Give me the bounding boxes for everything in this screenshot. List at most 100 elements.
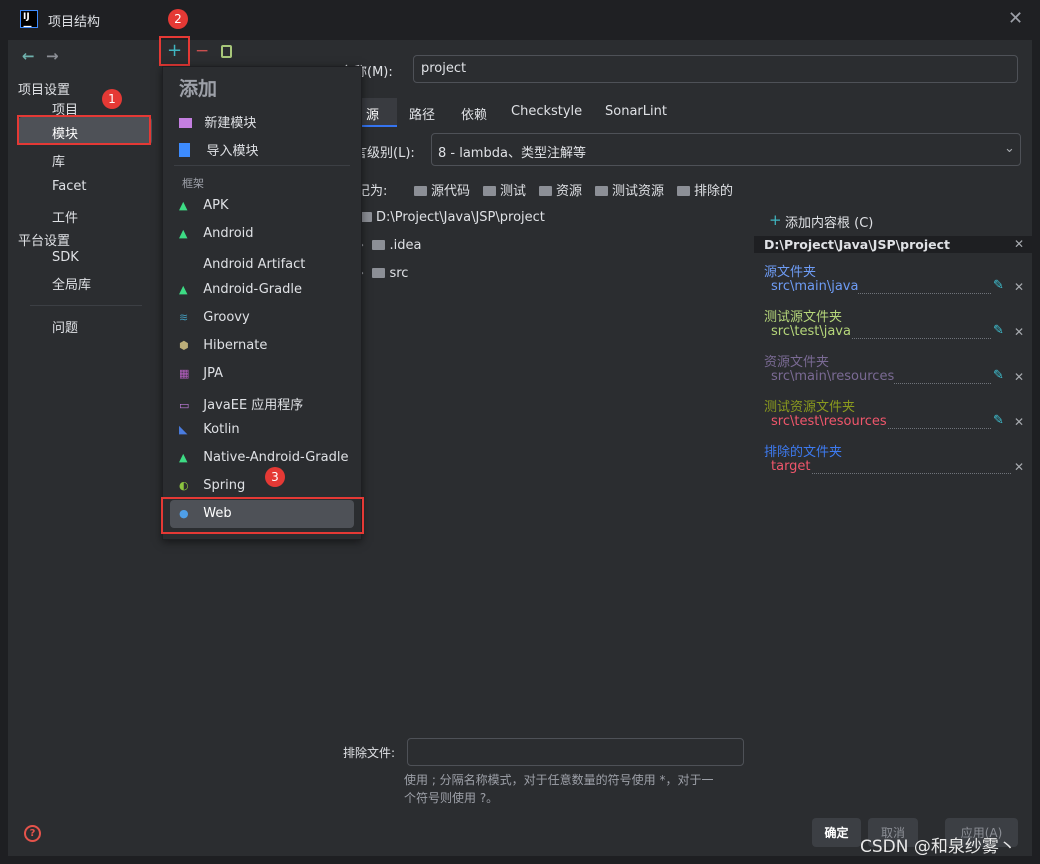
folder-entry-path[interactable]: target: [771, 459, 811, 474]
android-icon: ▲: [179, 451, 188, 464]
sidebar-item-sdk[interactable]: SDK: [52, 250, 79, 265]
menu-item-framework[interactable]: ▲ Android: [179, 226, 254, 241]
folder-group-title: 资源文件夹: [764, 355, 830, 370]
copy-icon[interactable]: [221, 45, 232, 58]
menu-item-framework[interactable]: ▲ APK: [179, 198, 229, 213]
watermark: CSDN @和泉纱雾丶: [860, 837, 1016, 857]
spring-icon: ◐: [179, 479, 189, 492]
exclude-files-input[interactable]: [407, 738, 744, 766]
mark-excluded-button[interactable]: 排除的: [677, 180, 733, 199]
menu-item-framework[interactable]: ▲ Android-Gradle: [179, 282, 302, 297]
exclude-hint-line1: 使用 ; 分隔名称模式，对于任意数量的符号使用 *，对于一: [404, 773, 714, 787]
remove-folder-icon[interactable]: ✕: [1014, 370, 1024, 384]
import-module-icon: [179, 143, 190, 157]
mark-test-resources-button[interactable]: 测试资源: [595, 180, 664, 199]
android-icon: ▲: [179, 283, 188, 296]
folder-icon: [372, 240, 386, 250]
folder-group-title: 测试源文件夹: [764, 310, 843, 325]
remove-button[interactable]: −: [195, 41, 209, 61]
content-root-path: D:\Project\Java\JSP\project: [764, 237, 951, 252]
annotation-badge-3: 3: [265, 467, 285, 487]
tab-dependencies[interactable]: 依赖: [461, 104, 487, 123]
menu-item-import-module[interactable]: 导入模块: [179, 140, 259, 159]
kotlin-icon: ◣: [179, 423, 188, 436]
sidebar-item-facet[interactable]: Facet: [52, 179, 87, 194]
tree-node-src[interactable]: › src: [359, 266, 408, 281]
menu-item-new-module[interactable]: 新建模块: [179, 112, 256, 131]
section-platform-settings: 平台设置: [18, 234, 71, 249]
edit-pencil-icon[interactable]: ✎: [993, 278, 1004, 293]
highlight-box: [17, 115, 151, 145]
folder-group-title: 源文件夹: [764, 265, 817, 280]
title-bar: [0, 0, 1040, 40]
menu-item-framework[interactable]: ◐ Spring: [179, 478, 245, 493]
back-arrow-icon[interactable]: ←: [22, 47, 35, 65]
menu-item-framework[interactable]: ≋ Groovy: [179, 310, 250, 325]
annotation-badge-2: 2: [168, 9, 188, 29]
android-icon: ▲: [179, 227, 188, 240]
tree-node-idea[interactable]: › .idea: [359, 238, 421, 253]
hibernate-icon: ⬢: [179, 339, 189, 352]
highlight-box: [159, 36, 190, 66]
groovy-icon: ≋: [179, 311, 189, 324]
new-module-icon: [179, 118, 192, 128]
remove-folder-icon[interactable]: ✕: [1014, 280, 1024, 294]
menu-item-framework[interactable]: ◣ Kotlin: [179, 422, 240, 437]
forward-arrow-icon[interactable]: →: [46, 47, 59, 65]
remove-folder-icon[interactable]: ✕: [1014, 325, 1024, 339]
tree-root[interactable]: D:\Project\Java\JSP\project: [359, 210, 545, 225]
folder-group-title: 测试资源文件夹: [764, 400, 856, 415]
tab-sources-label: 源: [366, 108, 380, 123]
divider: [30, 305, 142, 306]
folder-icon: [372, 268, 386, 278]
popup-title: 添加: [179, 78, 218, 100]
mark-resources-button[interactable]: 资源: [539, 180, 582, 199]
annotation-badge-1: 1: [102, 89, 122, 109]
exclude-files-label: 排除文件:: [343, 746, 396, 760]
menu-item-framework[interactable]: ▭ JavaEE 应用程序: [179, 394, 303, 413]
ok-button[interactable]: 确定: [812, 818, 861, 847]
window-title: 项目结构: [48, 15, 101, 30]
mark-sources-button[interactable]: 源代码: [414, 180, 470, 199]
folder-entry-path[interactable]: src\main\java: [771, 279, 859, 294]
folder-entry-path[interactable]: src\main\resources: [771, 369, 895, 384]
folder-icon: [595, 186, 608, 196]
android-icon: ▲: [179, 199, 188, 212]
name-input[interactable]: [413, 55, 1018, 83]
add-content-root-button[interactable]: 添加内容根 (C): [785, 212, 873, 231]
edit-pencil-icon[interactable]: ✎: [993, 323, 1004, 338]
remove-content-root-icon[interactable]: ✕: [1014, 237, 1024, 251]
folder-icon: [677, 186, 690, 196]
javaee-icon: ▭: [179, 399, 190, 412]
mark-tests-button[interactable]: 测试: [483, 180, 526, 199]
sidebar-item-artifacts[interactable]: 工件: [52, 207, 78, 226]
menu-item-framework[interactable]: ▦ JPA: [179, 366, 223, 381]
tab-checkstyle[interactable]: Checkstyle: [511, 104, 582, 119]
remove-folder-icon[interactable]: ✕: [1014, 460, 1024, 474]
folder-entry-path[interactable]: src\test\java: [771, 324, 851, 339]
name-input-value: project: [421, 61, 467, 76]
menu-item-framework[interactable]: ▲ Native-Android-Gradle: [179, 450, 348, 465]
remove-folder-icon[interactable]: ✕: [1014, 415, 1024, 429]
edit-pencil-icon[interactable]: ✎: [993, 413, 1004, 428]
intellij-logo-icon: IJ —: [20, 10, 38, 32]
sidebar-item-libraries[interactable]: 库: [52, 151, 65, 170]
tab-paths[interactable]: 路径: [409, 104, 435, 123]
menu-item-framework[interactable]: ⬢ Hibernate: [179, 338, 267, 353]
chevron-down-icon: ⌄: [1004, 141, 1015, 156]
sidebar-item-global-libraries[interactable]: 全局库: [52, 274, 91, 293]
exclude-hint-line2: 个符号则使用 ?。: [404, 791, 499, 805]
folder-entry-path[interactable]: src\test\resources: [771, 414, 887, 429]
folder-icon: [539, 186, 552, 196]
divider: [174, 165, 350, 166]
help-icon[interactable]: ?: [24, 825, 41, 842]
close-icon[interactable]: ✕: [1008, 8, 1023, 29]
menu-item-framework[interactable]: Android Artifact: [179, 254, 305, 272]
folder-icon: [483, 186, 496, 196]
add-content-root-icon[interactable]: +: [769, 211, 782, 229]
section-project-settings: 项目设置: [18, 83, 71, 98]
edit-pencil-icon[interactable]: ✎: [993, 368, 1004, 383]
sidebar-item-problems[interactable]: 问题: [52, 317, 78, 336]
tab-sonarlint[interactable]: SonarLint: [605, 104, 667, 119]
folder-icon: [414, 186, 427, 196]
